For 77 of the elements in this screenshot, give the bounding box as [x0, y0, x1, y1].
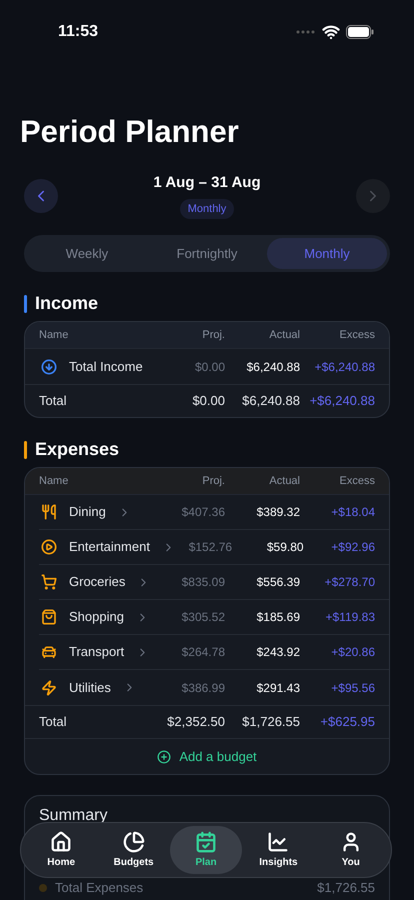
total-projected: $0.00 — [191, 392, 225, 410]
period-tab[interactable]: Weekly — [27, 238, 147, 269]
row-name[interactable]: Dining — [69, 502, 106, 522]
actual-value: $6,240.88 — [246, 358, 300, 376]
projected-value: $264.78 — [180, 644, 225, 661]
actual-value: $291.43 — [256, 680, 300, 696]
row-name[interactable]: Total Income — [69, 356, 143, 376]
row-name[interactable]: Shopping — [69, 607, 124, 627]
nav-tab[interactable]: Budgets — [97, 826, 170, 874]
projected-value: $835.09 — [180, 574, 225, 591]
lightning-icon — [41, 680, 57, 696]
column-header: Excess — [338, 328, 375, 343]
total-excess: +$6,240.88 — [308, 392, 375, 410]
period-tab[interactable]: Fortnightly — [147, 238, 267, 269]
car-icon — [41, 644, 57, 660]
section-title: Income — [35, 292, 98, 315]
page-title: Period Planner — [19, 113, 240, 151]
cart-icon — [41, 574, 57, 590]
total-projected: $2,352.50 — [166, 713, 225, 732]
nav-tab[interactable]: Plan — [170, 826, 242, 874]
arrow-down-circle-icon — [41, 358, 57, 374]
excess-value: +$92.96 — [330, 539, 375, 556]
excess-value: +$119.83 — [324, 609, 375, 626]
total-label: Total — [39, 713, 68, 732]
summary-title: Summary — [39, 806, 108, 826]
signal-dots-icon — [296, 30, 316, 34]
projected-value: $0.00 — [194, 358, 225, 376]
plus-circle-icon — [157, 750, 172, 764]
row-name[interactable]: Transport — [69, 642, 124, 662]
row-name[interactable]: Entertainment — [69, 537, 150, 557]
row-name[interactable]: Groceries — [69, 572, 126, 592]
battery-icon — [346, 25, 374, 39]
column-header: Name — [39, 328, 70, 343]
total-actual: $1,726.55 — [241, 713, 300, 732]
excess-value: +$95.56 — [330, 680, 375, 696]
actual-value: $59.80 — [266, 539, 304, 556]
projected-value: $152.76 — [188, 539, 232, 556]
summary-label: Total Expenses — [55, 879, 144, 897]
row-name[interactable]: Utilities — [69, 678, 111, 698]
pie-chart-icon — [122, 830, 145, 852]
column-header: Proj. — [201, 474, 225, 489]
excess-value: +$6,240.88 — [314, 358, 375, 376]
line-chart-icon — [267, 830, 290, 852]
house-icon — [50, 830, 72, 852]
total-label: Total — [39, 392, 68, 410]
actual-value: $243.92 — [256, 644, 300, 661]
previous-period-button[interactable] — [24, 178, 58, 212]
actual-value: $185.69 — [256, 609, 300, 626]
status-time: 11:53 — [58, 22, 98, 42]
projected-value: $305.52 — [180, 609, 225, 626]
nav-tab[interactable]: Insights — [242, 826, 315, 874]
bag-icon — [41, 609, 57, 625]
nav-tab[interactable]: You — [314, 826, 388, 874]
add-budget-button[interactable]: Add a budget — [157, 746, 257, 766]
play-circle-icon — [41, 539, 57, 555]
column-header: Actual — [268, 328, 300, 343]
period-range: 1 Aug – 31 Aug — [153, 173, 261, 193]
excess-value: +$278.70 — [324, 574, 375, 591]
column-header: Actual — [268, 474, 300, 489]
projected-value: $386.99 — [180, 680, 225, 696]
column-header: Name — [39, 474, 70, 489]
summary-value: $1,726.55 — [317, 879, 375, 897]
projected-value: $407.36 — [180, 504, 225, 521]
excess-value: +$18.04 — [330, 504, 375, 521]
actual-value: $556.39 — [256, 574, 300, 591]
nav-tab[interactable]: Home — [25, 826, 98, 874]
fork-knife-icon — [41, 504, 57, 520]
column-header: Excess — [338, 474, 375, 489]
calendar-check-icon — [195, 830, 218, 852]
total-actual: $6,240.88 — [241, 392, 300, 410]
total-excess: +$625.95 — [319, 713, 375, 732]
actual-value: $389.32 — [256, 504, 300, 521]
section-title: Expenses — [35, 438, 120, 461]
wifi-icon — [322, 23, 340, 41]
period-badge: Monthly — [180, 198, 234, 219]
excess-value: +$20.86 — [330, 644, 375, 661]
column-header: Proj. — [201, 328, 225, 343]
